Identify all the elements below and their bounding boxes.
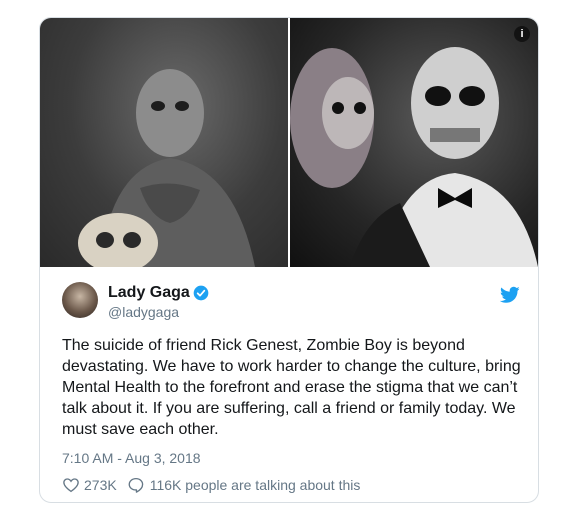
heart-icon[interactable] — [62, 476, 80, 494]
photo-right-art — [290, 47, 538, 267]
photo-left-art — [78, 69, 255, 267]
tweet-timestamp[interactable]: 7:10 AM - Aug 3, 2018 — [62, 450, 201, 466]
user-handle[interactable]: @ladygaga — [108, 304, 179, 320]
verified-badge-icon — [193, 285, 209, 301]
talking-about-link[interactable]: 116K people are talking about this — [150, 477, 361, 493]
tweet-text: The suicide of friend Rick Genest, Zombi… — [62, 337, 521, 438]
like-count[interactable]: 273K — [84, 477, 117, 493]
tweet-embed-card[interactable]: i Lady Gaga @ladygaga The suicide of fri… — [39, 17, 539, 503]
tweet-actions: 273K 116K people are talking about this — [62, 476, 360, 494]
display-name[interactable]: Lady Gaga — [108, 284, 190, 302]
tweet-header: Lady Gaga @ladygaga — [62, 282, 522, 326]
info-icon[interactable]: i — [514, 26, 530, 42]
twitter-bird-icon[interactable] — [500, 286, 520, 304]
photo-left[interactable] — [40, 18, 288, 267]
avatar[interactable] — [62, 282, 98, 318]
speech-bubble-icon[interactable] — [127, 476, 145, 494]
photo-right[interactable]: i — [290, 18, 538, 267]
tweet-media[interactable]: i — [40, 18, 538, 267]
